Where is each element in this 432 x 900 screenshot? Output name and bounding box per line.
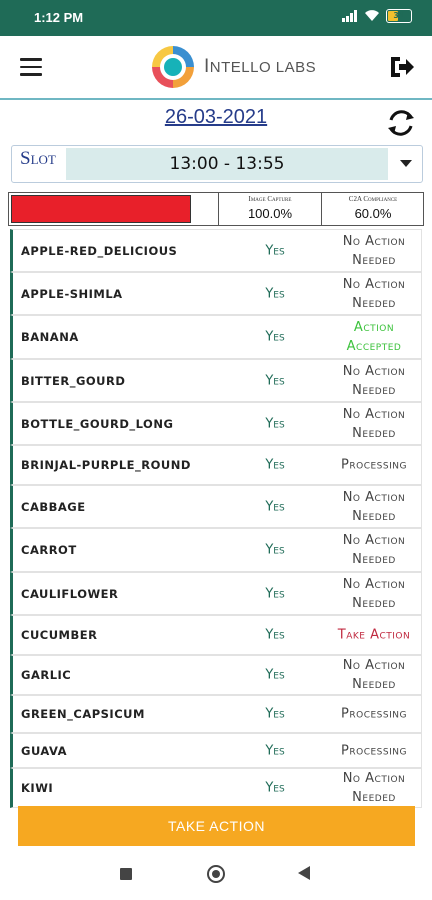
action-status: No Action Needed [342, 233, 406, 268]
list-item[interactable]: CUCUMBER Yes Take Action [10, 615, 422, 655]
app-logo: INTELLO LABS [148, 42, 316, 92]
commodity-list: APPLE-RED_DELICIOUS Yes No Action Needed AP… [0, 229, 432, 808]
logo-icon [152, 46, 194, 88]
image-capture-cell: Image Capture 100.0% [218, 193, 321, 225]
list-item[interactable]: CAULIFLOWER Yes No Action Needed [10, 572, 422, 615]
commodity-name: CABBAGE [21, 499, 86, 514]
menu-icon[interactable] [20, 58, 42, 76]
commodity-name: BOTTLE_GOURD_LONG [21, 416, 174, 431]
commodity-name: BANANA [21, 330, 79, 344]
capture-status: Yes [265, 706, 285, 722]
action-status: No Action Needed [342, 406, 406, 441]
action-status: No Action Needed [342, 576, 406, 611]
capture-status: Yes [265, 457, 285, 473]
status-bar: 1:12 PM 31 [0, 0, 432, 36]
image-capture-value: 100.0% [247, 206, 293, 221]
action-status: No Action Needed [342, 363, 406, 398]
logo-text: INTELLO LABS [204, 56, 317, 77]
summary-bar: Image Capture 100.0% C2A Compliance 60.0… [8, 192, 424, 226]
commodity-name: CARROT [21, 543, 77, 557]
capture-status: Yes [265, 586, 285, 601]
signal-icon [342, 10, 357, 22]
capture-status: Yes [265, 373, 285, 388]
commodity-name: CUCUMBER [21, 628, 98, 642]
commodity-name: KIWI [21, 781, 54, 795]
image-capture-label: Image Capture [248, 195, 292, 203]
commodity-name: GARLIC [21, 668, 72, 682]
status-icons: 31 [342, 9, 412, 23]
capture-status: Yes [265, 416, 285, 431]
commodity-name: GUAVA [21, 743, 68, 758]
action-status: Processing [341, 743, 407, 758]
capture-status: Yes [265, 243, 285, 258]
action-status: Processing [341, 706, 407, 722]
list-item[interactable]: CABBAGE Yes No Action Needed [10, 485, 422, 528]
list-item[interactable]: APPLE-RED_DELICIOUS Yes No Action Needed [10, 229, 422, 272]
list-item[interactable]: BOTTLE_GOURD_LONG Yes No Action Needed [10, 402, 422, 445]
logout-icon[interactable] [388, 54, 416, 80]
refresh-icon[interactable] [384, 106, 418, 140]
commodity-name: APPLE-SHIMLA [21, 286, 123, 301]
capture-status: Yes [265, 627, 285, 643]
list-item[interactable]: BITTER_GOURD Yes No Action Needed [10, 359, 422, 402]
capture-status: Yes [265, 780, 285, 796]
battery-icon: 31 [386, 9, 412, 23]
compliance-progress-bar [11, 195, 191, 223]
capture-status: Yes [265, 743, 285, 758]
list-item[interactable]: GUAVA Yes Processing [10, 733, 422, 768]
commodity-name: BITTER_GOURD [21, 373, 126, 388]
take-action-link[interactable]: Take Action [319, 626, 429, 645]
list-item[interactable]: CARROT Yes No Action Needed [10, 528, 422, 572]
slot-dropdown[interactable]: Slot 13:00 - 13:55 [11, 145, 423, 183]
capture-status: Yes [265, 286, 285, 301]
commodity-name: BRINJAL-PURPLE_ROUND [21, 458, 191, 472]
commodity-name: GREEN_CAPSICUM [21, 707, 145, 721]
capture-status: Yes [265, 667, 285, 683]
take-action-button[interactable]: TAKE ACTION [18, 806, 415, 846]
capture-status: Yes [265, 329, 285, 345]
commodity-name: APPLE-RED_DELICIOUS [21, 243, 178, 258]
c2a-compliance-value: 60.0% [354, 206, 392, 221]
action-status: Action Accepted [346, 320, 402, 354]
capture-status: Yes [265, 499, 285, 514]
slot-label: Slot [20, 148, 56, 169]
date-display[interactable]: 26-03-2021 [0, 106, 432, 129]
action-status: No Action Needed [342, 658, 406, 692]
list-item[interactable]: GREEN_CAPSICUM Yes Processing [10, 695, 422, 733]
list-item[interactable]: BANANA Yes Action Accepted [10, 315, 422, 359]
app-bar: INTELLO LABS [0, 36, 432, 100]
date-text[interactable]: 26-03-2021 [165, 106, 267, 128]
capture-status: Yes [265, 542, 285, 558]
c2a-compliance-label: C2A Compliance [348, 195, 398, 203]
action-status: No Action Needed [342, 276, 406, 311]
home-icon[interactable] [207, 865, 225, 883]
slot-value[interactable]: 13:00 - 13:55 [66, 148, 388, 180]
list-item[interactable]: APPLE-SHIMLA Yes No Action Needed [10, 272, 422, 315]
action-status: Processing [341, 457, 407, 473]
commodity-name: CAULIFLOWER [21, 586, 119, 601]
list-item[interactable]: BRINJAL-PURPLE_ROUND Yes Processing [10, 445, 422, 485]
action-status: No Action Needed [342, 771, 406, 805]
list-item[interactable]: GARLIC Yes No Action Needed [10, 655, 422, 695]
back-icon[interactable] [298, 866, 310, 880]
action-status: No Action Needed [342, 533, 406, 567]
action-status: No Action Needed [342, 489, 406, 524]
list-item[interactable]: KIWI Yes No Action Needed [10, 768, 422, 808]
system-nav-bar [0, 848, 432, 900]
status-time: 1:12 PM [34, 10, 84, 25]
wifi-icon [365, 10, 379, 21]
dropdown-icon[interactable] [400, 160, 412, 167]
recent-apps-icon[interactable] [120, 868, 132, 880]
c2a-compliance-cell: C2A Compliance 60.0% [321, 193, 424, 225]
